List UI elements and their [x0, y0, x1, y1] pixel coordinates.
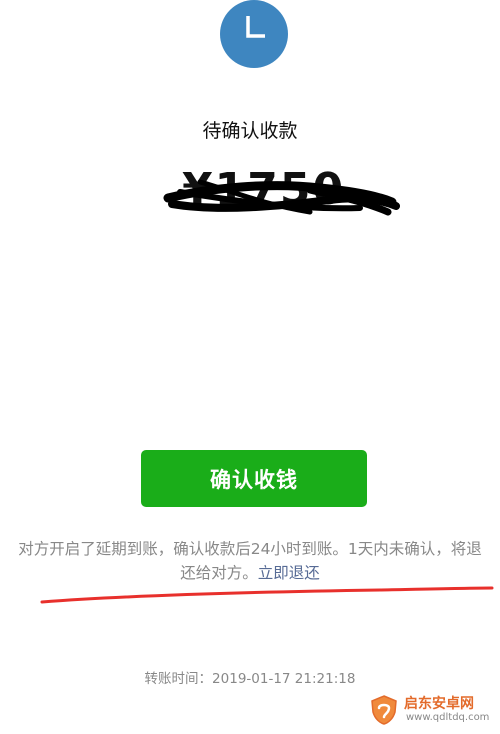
transfer-time-label: 转账时间： — [144, 671, 213, 687]
redaction-scribble — [163, 179, 400, 216]
notice-text: 对方开启了延期到账，确认收款后24小时到账。1天内未确认，将退还给对方。 — [18, 540, 482, 582]
red-underline-annotation — [40, 586, 494, 604]
transfer-time-value: 2019-01-17 21:21:18 — [212, 671, 356, 687]
watermark-url: www.qdltdq.com — [406, 712, 490, 723]
site-watermark: 启东安卓网 www.qdltdq.com — [368, 692, 498, 732]
page-title: 待确认收款 — [202, 120, 298, 142]
confirm-receive-button[interactable]: 确认收钱 — [141, 450, 367, 507]
clock-icon — [220, 0, 288, 68]
amount-display: ¥1750 — [160, 160, 405, 230]
transfer-time: 转账时间：2019-01-17 21:21:18 — [0, 667, 500, 687]
delay-notice: 对方开启了延期到账，确认收款后24小时到账。1天内未确认，将退还给对方。立即退还 — [14, 537, 486, 585]
watermark-name: 启东安卓网 — [404, 696, 474, 712]
shield-logo-icon — [371, 695, 397, 725]
